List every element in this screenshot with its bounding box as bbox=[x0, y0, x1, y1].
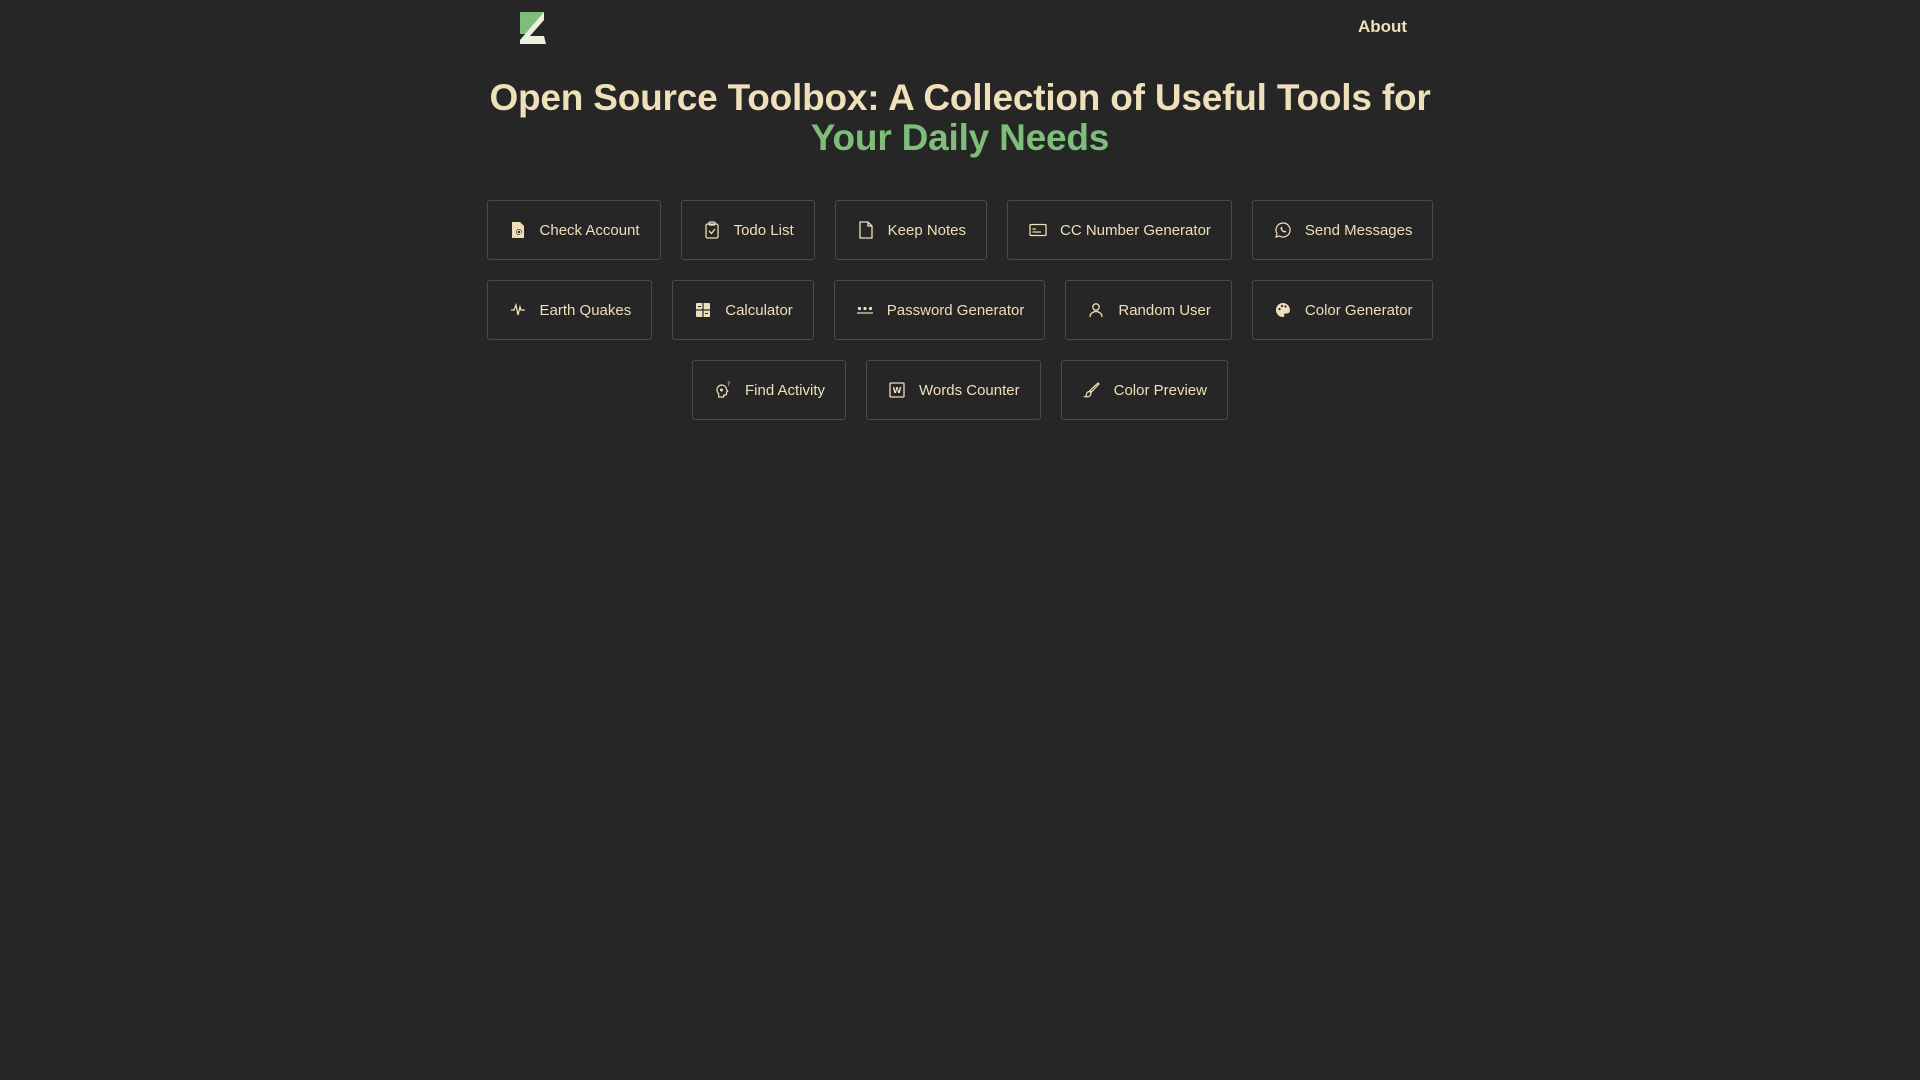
page-title-accent: Your Daily Needs bbox=[810, 117, 1110, 158]
password-generator-button[interactable]: Password Generator bbox=[833, 280, 1046, 340]
send-messages-button[interactable]: Send Messages bbox=[1251, 200, 1434, 260]
find-activity-button[interactable]: ? Find Activity bbox=[691, 360, 847, 420]
clipboard-check-icon bbox=[702, 220, 722, 240]
account-search-icon bbox=[508, 220, 528, 240]
color-generator-button[interactable]: Color Generator bbox=[1251, 280, 1434, 340]
tool-label: Find Activity bbox=[744, 381, 826, 399]
thinking-head-icon: ? bbox=[713, 380, 733, 400]
tool-label: CC Number Generator bbox=[1060, 221, 1211, 239]
svg-text:W: W bbox=[893, 386, 902, 395]
tool-label: Password Generator bbox=[886, 301, 1025, 319]
page-title: Open Source Toolbox: A Collection of Use… bbox=[0, 78, 1920, 158]
brush-icon bbox=[1082, 380, 1102, 400]
calculator-icon bbox=[693, 300, 713, 320]
check-account-button[interactable]: Check Account bbox=[486, 200, 661, 260]
user-icon bbox=[1086, 300, 1106, 320]
tools-row-3: ? Find Activity W Words Counter Color Pr… bbox=[0, 360, 1920, 420]
word-frame-icon: W bbox=[887, 380, 907, 400]
keep-notes-button[interactable]: Keep Notes bbox=[834, 200, 988, 260]
seismic-icon bbox=[508, 300, 528, 320]
tool-label: Calculator bbox=[725, 301, 793, 319]
tool-label: Words Counter bbox=[919, 381, 1020, 399]
tools-row-2: Earth Quakes Calculator Password Generat… bbox=[0, 280, 1920, 340]
about-link[interactable]: About bbox=[1358, 17, 1407, 37]
tool-label: Todo List bbox=[733, 221, 794, 239]
tool-label: Color Generator bbox=[1304, 301, 1413, 319]
todo-list-button[interactable]: Todo List bbox=[680, 200, 815, 260]
tool-label: Random User bbox=[1118, 301, 1211, 319]
header: About bbox=[0, 0, 1920, 56]
tool-label: Keep Notes bbox=[887, 221, 967, 239]
tools-grid: Check Account Todo List Keep Notes CC Nu… bbox=[0, 200, 1920, 440]
password-dots-icon bbox=[855, 300, 875, 320]
tool-label: Color Preview bbox=[1113, 381, 1207, 399]
tool-label: Earth Quakes bbox=[539, 301, 632, 319]
tool-label: Check Account bbox=[539, 221, 640, 239]
words-counter-button[interactable]: W Words Counter bbox=[866, 360, 1041, 420]
earth-quakes-button[interactable]: Earth Quakes bbox=[486, 280, 653, 340]
svg-text:?: ? bbox=[727, 381, 730, 388]
whatsapp-icon bbox=[1273, 220, 1293, 240]
credit-card-icon bbox=[1028, 220, 1048, 240]
color-preview-button[interactable]: Color Preview bbox=[1060, 360, 1228, 420]
z-logo-icon[interactable] bbox=[516, 10, 548, 46]
cc-number-generator-button[interactable]: CC Number Generator bbox=[1007, 200, 1232, 260]
palette-icon bbox=[1273, 300, 1293, 320]
tool-label: Send Messages bbox=[1304, 221, 1413, 239]
calculator-button[interactable]: Calculator bbox=[672, 280, 814, 340]
note-icon bbox=[856, 220, 876, 240]
tools-row-1: Check Account Todo List Keep Notes CC Nu… bbox=[0, 200, 1920, 260]
page-title-main: Open Source Toolbox: A Collection of Use… bbox=[489, 77, 1431, 118]
random-user-button[interactable]: Random User bbox=[1065, 280, 1232, 340]
